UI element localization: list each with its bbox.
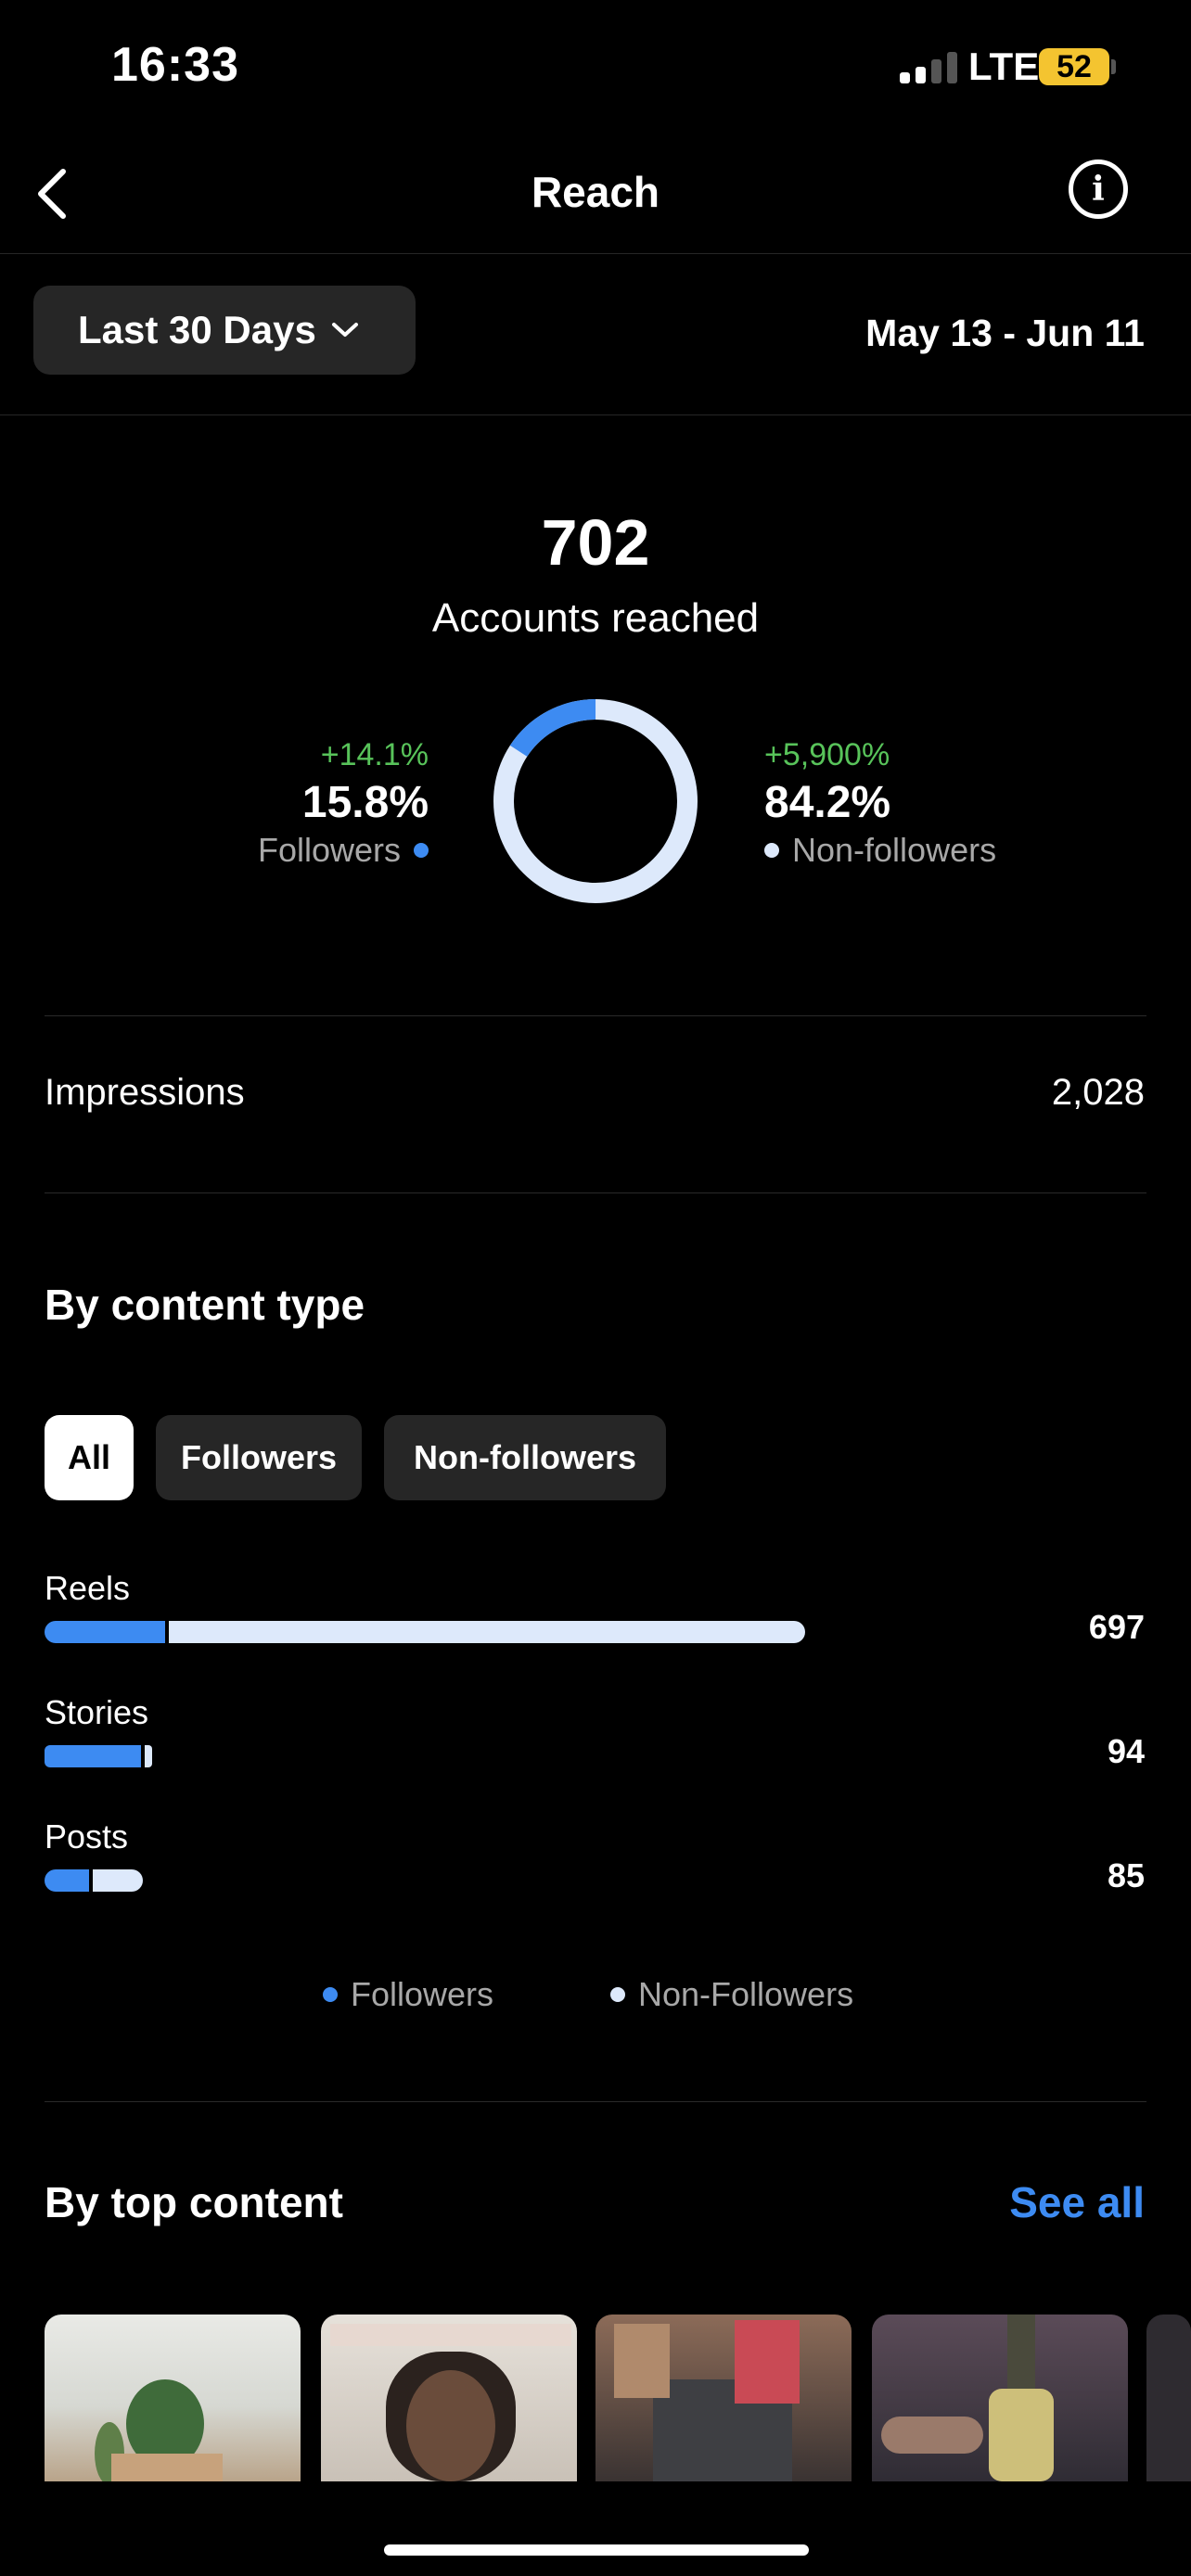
perfume-boxes-image: [614, 2320, 800, 2481]
impressions-label: Impressions: [45, 1072, 245, 1113]
signal-icon: [900, 52, 957, 83]
stories-bar: [45, 1745, 152, 1767]
posts-bar: [45, 1869, 143, 1892]
non-followers-label: Non-followers: [792, 831, 997, 869]
reach-donut-chart: [493, 699, 698, 903]
filter-non-followers[interactable]: Non-followers: [384, 1415, 666, 1500]
followers-dot: [414, 843, 429, 858]
date-range-dropdown[interactable]: Last 30 Days: [33, 286, 416, 375]
posts-followers-segment: [45, 1869, 89, 1892]
filter-followers[interactable]: Followers: [156, 1415, 362, 1500]
portrait-image: [330, 2324, 571, 2481]
home-indicator: [384, 2544, 809, 2556]
reels-value: 697: [1088, 1608, 1145, 1646]
top-content-thumbnail[interactable]: [321, 2315, 577, 2481]
posts-label: Posts: [45, 1817, 129, 1855]
cactus-image: [95, 2379, 223, 2481]
summary-divider: [45, 1015, 1146, 1016]
see-all-link[interactable]: See all: [1009, 2177, 1145, 2227]
status-time: 16:33: [111, 38, 239, 92]
followers-percent: 15.8%: [301, 778, 429, 827]
date-range-label: Last 30 Days: [78, 308, 316, 351]
battery-level: 52: [1039, 48, 1109, 85]
non-followers-change: +5,900%: [764, 737, 890, 772]
content-type-divider: [45, 2101, 1146, 2102]
legend-non-followers: Non-Followers: [610, 1975, 853, 2014]
legend-non-followers-label: Non-Followers: [638, 1975, 854, 2013]
battery-tip: [1111, 59, 1116, 74]
followers-legend: Followers: [258, 831, 429, 870]
page-title: Reach: [531, 168, 660, 216]
network-type: LTE: [968, 45, 1040, 88]
info-button[interactable]: i: [1069, 159, 1128, 219]
followers-change: +14.1%: [320, 737, 429, 772]
stories-value: 94: [1107, 1732, 1145, 1770]
chevron-down-icon: [331, 323, 358, 337]
legend-followers-dot: [323, 1987, 338, 2002]
filter-all[interactable]: All: [45, 1415, 134, 1500]
donut-followers-arc: [493, 699, 698, 903]
header-divider: [0, 253, 1191, 254]
reels-bar: [45, 1621, 805, 1643]
top-content-thumbnail[interactable]: [596, 2315, 852, 2481]
accounts-reached-count: 702: [541, 506, 650, 579]
followers-label: Followers: [257, 831, 401, 869]
legend-non-followers-dot: [610, 1987, 625, 2002]
impressions-value: 2,028: [1051, 1072, 1145, 1113]
top-content-thumbnail[interactable]: [45, 2315, 301, 2481]
non-followers-legend: Non-followers: [764, 831, 996, 870]
bottle-image: [881, 2315, 1054, 2481]
non-followers-dot: [764, 843, 779, 858]
stories-followers-segment: [45, 1745, 141, 1767]
top-content-thumbnail[interactable]: [1146, 2315, 1191, 2481]
posts-value: 85: [1107, 1856, 1145, 1894]
reels-followers-segment: [45, 1621, 165, 1643]
non-followers-percent: 84.2%: [764, 778, 891, 827]
date-range-text: May 13 - Jun 11: [865, 312, 1145, 354]
date-divider: [0, 414, 1191, 415]
stories-non-followers-segment: [145, 1745, 152, 1767]
posts-non-followers-segment: [93, 1869, 143, 1892]
accounts-reached-label: Accounts reached: [431, 595, 760, 641]
legend-followers: Followers: [323, 1975, 493, 2014]
reels-label: Reels: [45, 1569, 131, 1607]
reels-non-followers-segment: [169, 1621, 805, 1643]
legend-followers-label: Followers: [351, 1975, 494, 2013]
content-type-title: By content type: [45, 1281, 365, 1329]
info-icon: i: [1092, 170, 1105, 209]
top-content-title: By top content: [45, 2178, 343, 2226]
impressions-divider: [45, 1192, 1146, 1193]
top-content-thumbnail[interactable]: [872, 2315, 1128, 2481]
stories-label: Stories: [45, 1693, 149, 1731]
